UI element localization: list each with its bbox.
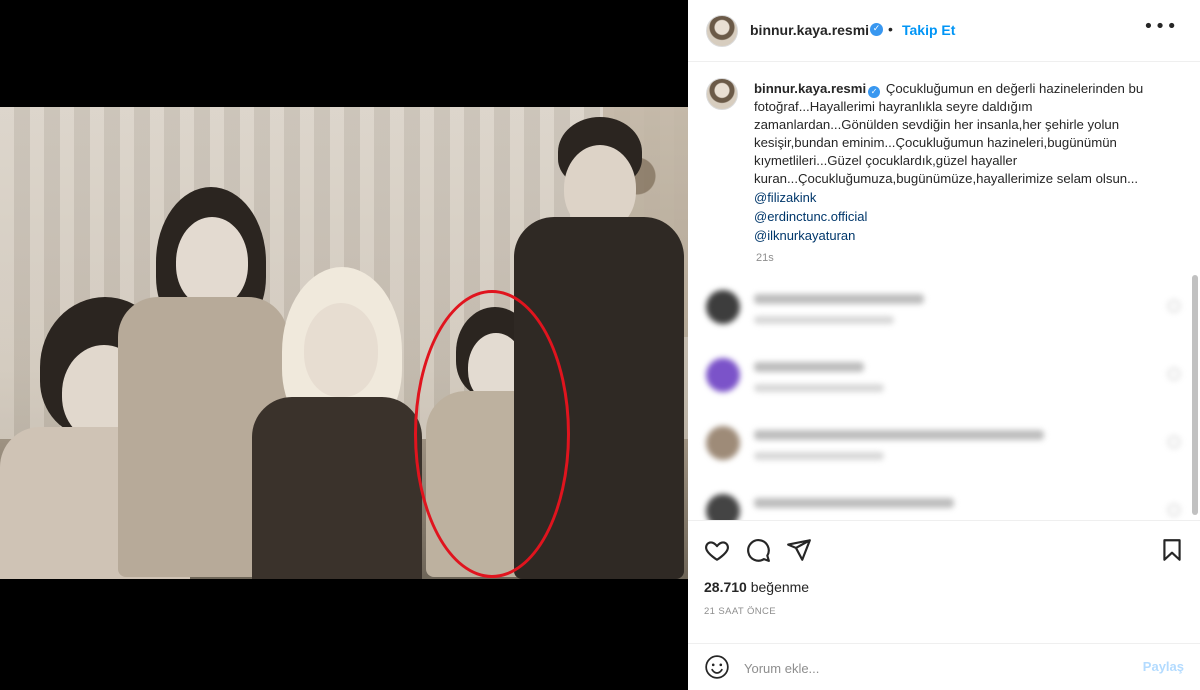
more-options-icon[interactable]: ••• [1143,16,1178,37]
comment-like-icon[interactable] [1168,504,1180,516]
post-actions: 28.710 beğenme 21 SAAT ÖNCE Paylaş [688,520,1200,690]
mention-link[interactable]: @ilknurkayaturan [754,228,855,243]
post-comment-button[interactable]: Paylaş [1143,659,1184,674]
post-sidebar: binnur.kaya.resmi ✓ • Takip Et ••• binnu… [688,0,1200,690]
add-comment-bar: Paylaş [688,643,1200,690]
post-photo[interactable] [0,107,688,579]
header-separator: • [888,21,893,37]
post-timestamp[interactable]: 21 SAAT ÖNCE [704,606,776,617]
comment-avatar [706,494,740,520]
caption-username[interactable]: binnur.kaya.resmi [754,81,866,96]
comment-like-icon[interactable] [1168,436,1180,448]
comment-input[interactable] [744,658,1124,678]
emoji-icon[interactable] [704,654,730,680]
caption-verified-badge-icon: ✓ [868,86,881,98]
comment-item [688,350,1200,410]
comment-avatar [706,426,740,460]
comment-like-icon[interactable] [1168,368,1180,380]
mention-link[interactable]: @erdinctunc.official [754,209,867,224]
post-header: binnur.kaya.resmi ✓ • Takip Et ••• [688,0,1200,62]
caption-time[interactable]: 21s [756,252,774,264]
comment-like-icon[interactable] [1168,300,1180,312]
likes-number: 28.710 [704,579,747,595]
comments-scrollbar[interactable] [1192,275,1198,515]
comment-item [688,486,1200,520]
likes-count[interactable]: 28.710 beğenme [704,579,809,595]
author-avatar[interactable] [706,15,738,47]
comment-avatar [706,290,740,324]
follow-button[interactable]: Takip Et [902,22,955,38]
bookmark-icon[interactable] [1159,537,1185,563]
heart-icon[interactable] [704,537,730,563]
comment-item [688,418,1200,478]
post-media [0,0,688,690]
comment-icon[interactable] [745,537,771,563]
verified-badge-icon: ✓ [870,23,883,36]
likes-label: beğenme [750,579,810,595]
comment-item [688,282,1200,342]
caption-avatar[interactable] [706,78,738,110]
comment-avatar [706,358,740,392]
highlight-circle [414,290,570,578]
photo-person-woman-center [252,267,422,579]
share-icon[interactable] [786,537,812,563]
comments-list [688,272,1200,520]
caption-text: Çocukluğumun en değerli hazinelerinden b… [754,81,1144,186]
post-caption: binnur.kaya.resmi ✓ Çocukluğumun en değer… [754,80,1174,188]
mention-link[interactable]: @filizakink [754,190,816,205]
author-username[interactable]: binnur.kaya.resmi [750,22,869,38]
